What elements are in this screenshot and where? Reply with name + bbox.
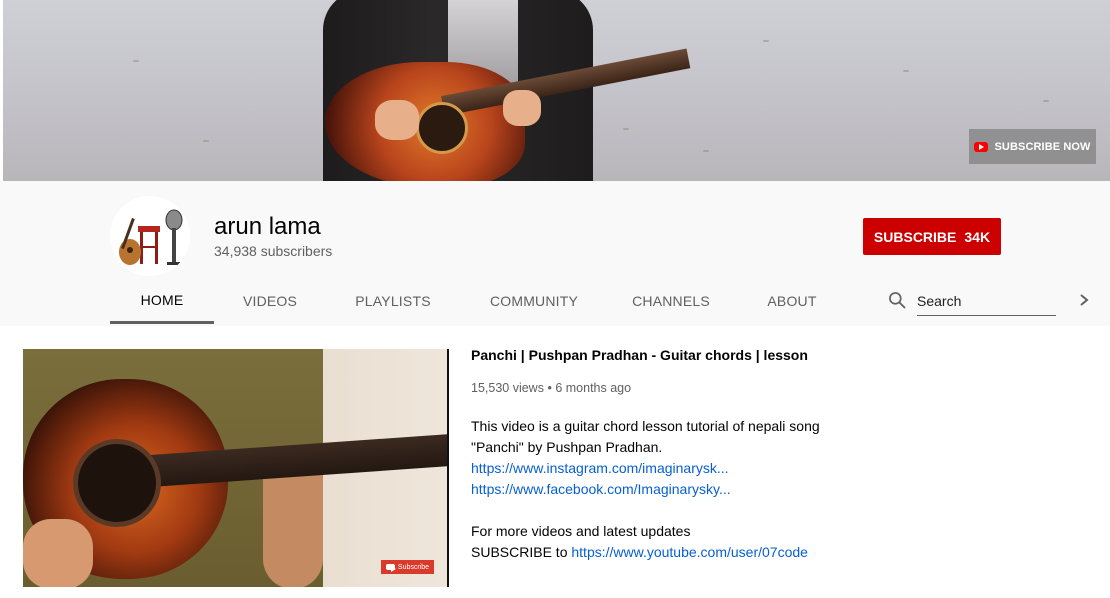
chevron-right-icon[interactable] bbox=[1076, 290, 1092, 310]
description-line: This video is a guitar chord lesson tuto… bbox=[471, 418, 820, 434]
subscribe-prefix-text: SUBSCRIBE to bbox=[471, 544, 568, 560]
facebook-link[interactable]: https://www.facebook.com/Imaginarysky... bbox=[471, 481, 731, 497]
view-count: 15,530 views bbox=[471, 381, 544, 395]
channel-avatar[interactable] bbox=[110, 196, 190, 276]
featured-video-description: This video is a guitar chord lesson tuto… bbox=[471, 416, 891, 563]
channel-search bbox=[887, 285, 1057, 317]
tab-videos[interactable]: VIDEOS bbox=[214, 278, 326, 324]
tab-about[interactable]: ABOUT bbox=[734, 278, 850, 324]
channel-banner bbox=[3, 0, 1110, 181]
youtube-logo-icon bbox=[974, 141, 989, 152]
meta-separator: • bbox=[547, 381, 552, 395]
tab-playlists[interactable]: PLAYLISTS bbox=[326, 278, 460, 324]
channel-tabs: HOME VIDEOS PLAYLISTS COMMUNITY CHANNELS… bbox=[110, 278, 850, 324]
subscriber-count: 34,938 subscribers bbox=[214, 243, 333, 259]
subscribe-now-button[interactable]: SUBSCRIBE NOW bbox=[969, 129, 1096, 164]
tab-channels[interactable]: CHANNELS bbox=[608, 278, 734, 324]
tab-community[interactable]: COMMUNITY bbox=[460, 278, 608, 324]
search-icon[interactable] bbox=[887, 290, 907, 310]
channel-name: arun lama bbox=[214, 213, 321, 240]
thumbnail-subscribe-label: Subscribe bbox=[397, 563, 430, 571]
description-line: "Panchi" by Pushpan Pradhan. bbox=[471, 439, 663, 455]
tab-home[interactable]: HOME bbox=[110, 278, 214, 324]
instagram-link[interactable]: https://www.instagram.com/imaginarysk... bbox=[471, 460, 729, 476]
subscribe-button[interactable]: SUBSCRIBE 34K bbox=[863, 218, 1001, 255]
featured-video-thumbnail[interactable]: Subscribe bbox=[23, 349, 449, 587]
youtube-logo-icon bbox=[385, 564, 396, 572]
subscribe-button-label: SUBSCRIBE bbox=[873, 228, 957, 245]
search-input[interactable] bbox=[917, 287, 1056, 316]
subscribe-now-label: SUBSCRIBE NOW bbox=[994, 140, 1091, 153]
featured-video-meta: 15,530 views • 6 months ago bbox=[471, 381, 631, 395]
description-line: For more videos and latest updates bbox=[471, 523, 691, 539]
youtube-channel-link[interactable]: https://www.youtube.com/user/07code bbox=[571, 544, 808, 560]
featured-video-title[interactable]: Panchi | Pushpan Pradhan - Guitar chords… bbox=[471, 347, 808, 363]
thumbnail-subscribe-badge: Subscribe bbox=[381, 560, 434, 574]
upload-age: 6 months ago bbox=[555, 381, 632, 395]
subscribe-button-count: 34K bbox=[964, 228, 991, 245]
